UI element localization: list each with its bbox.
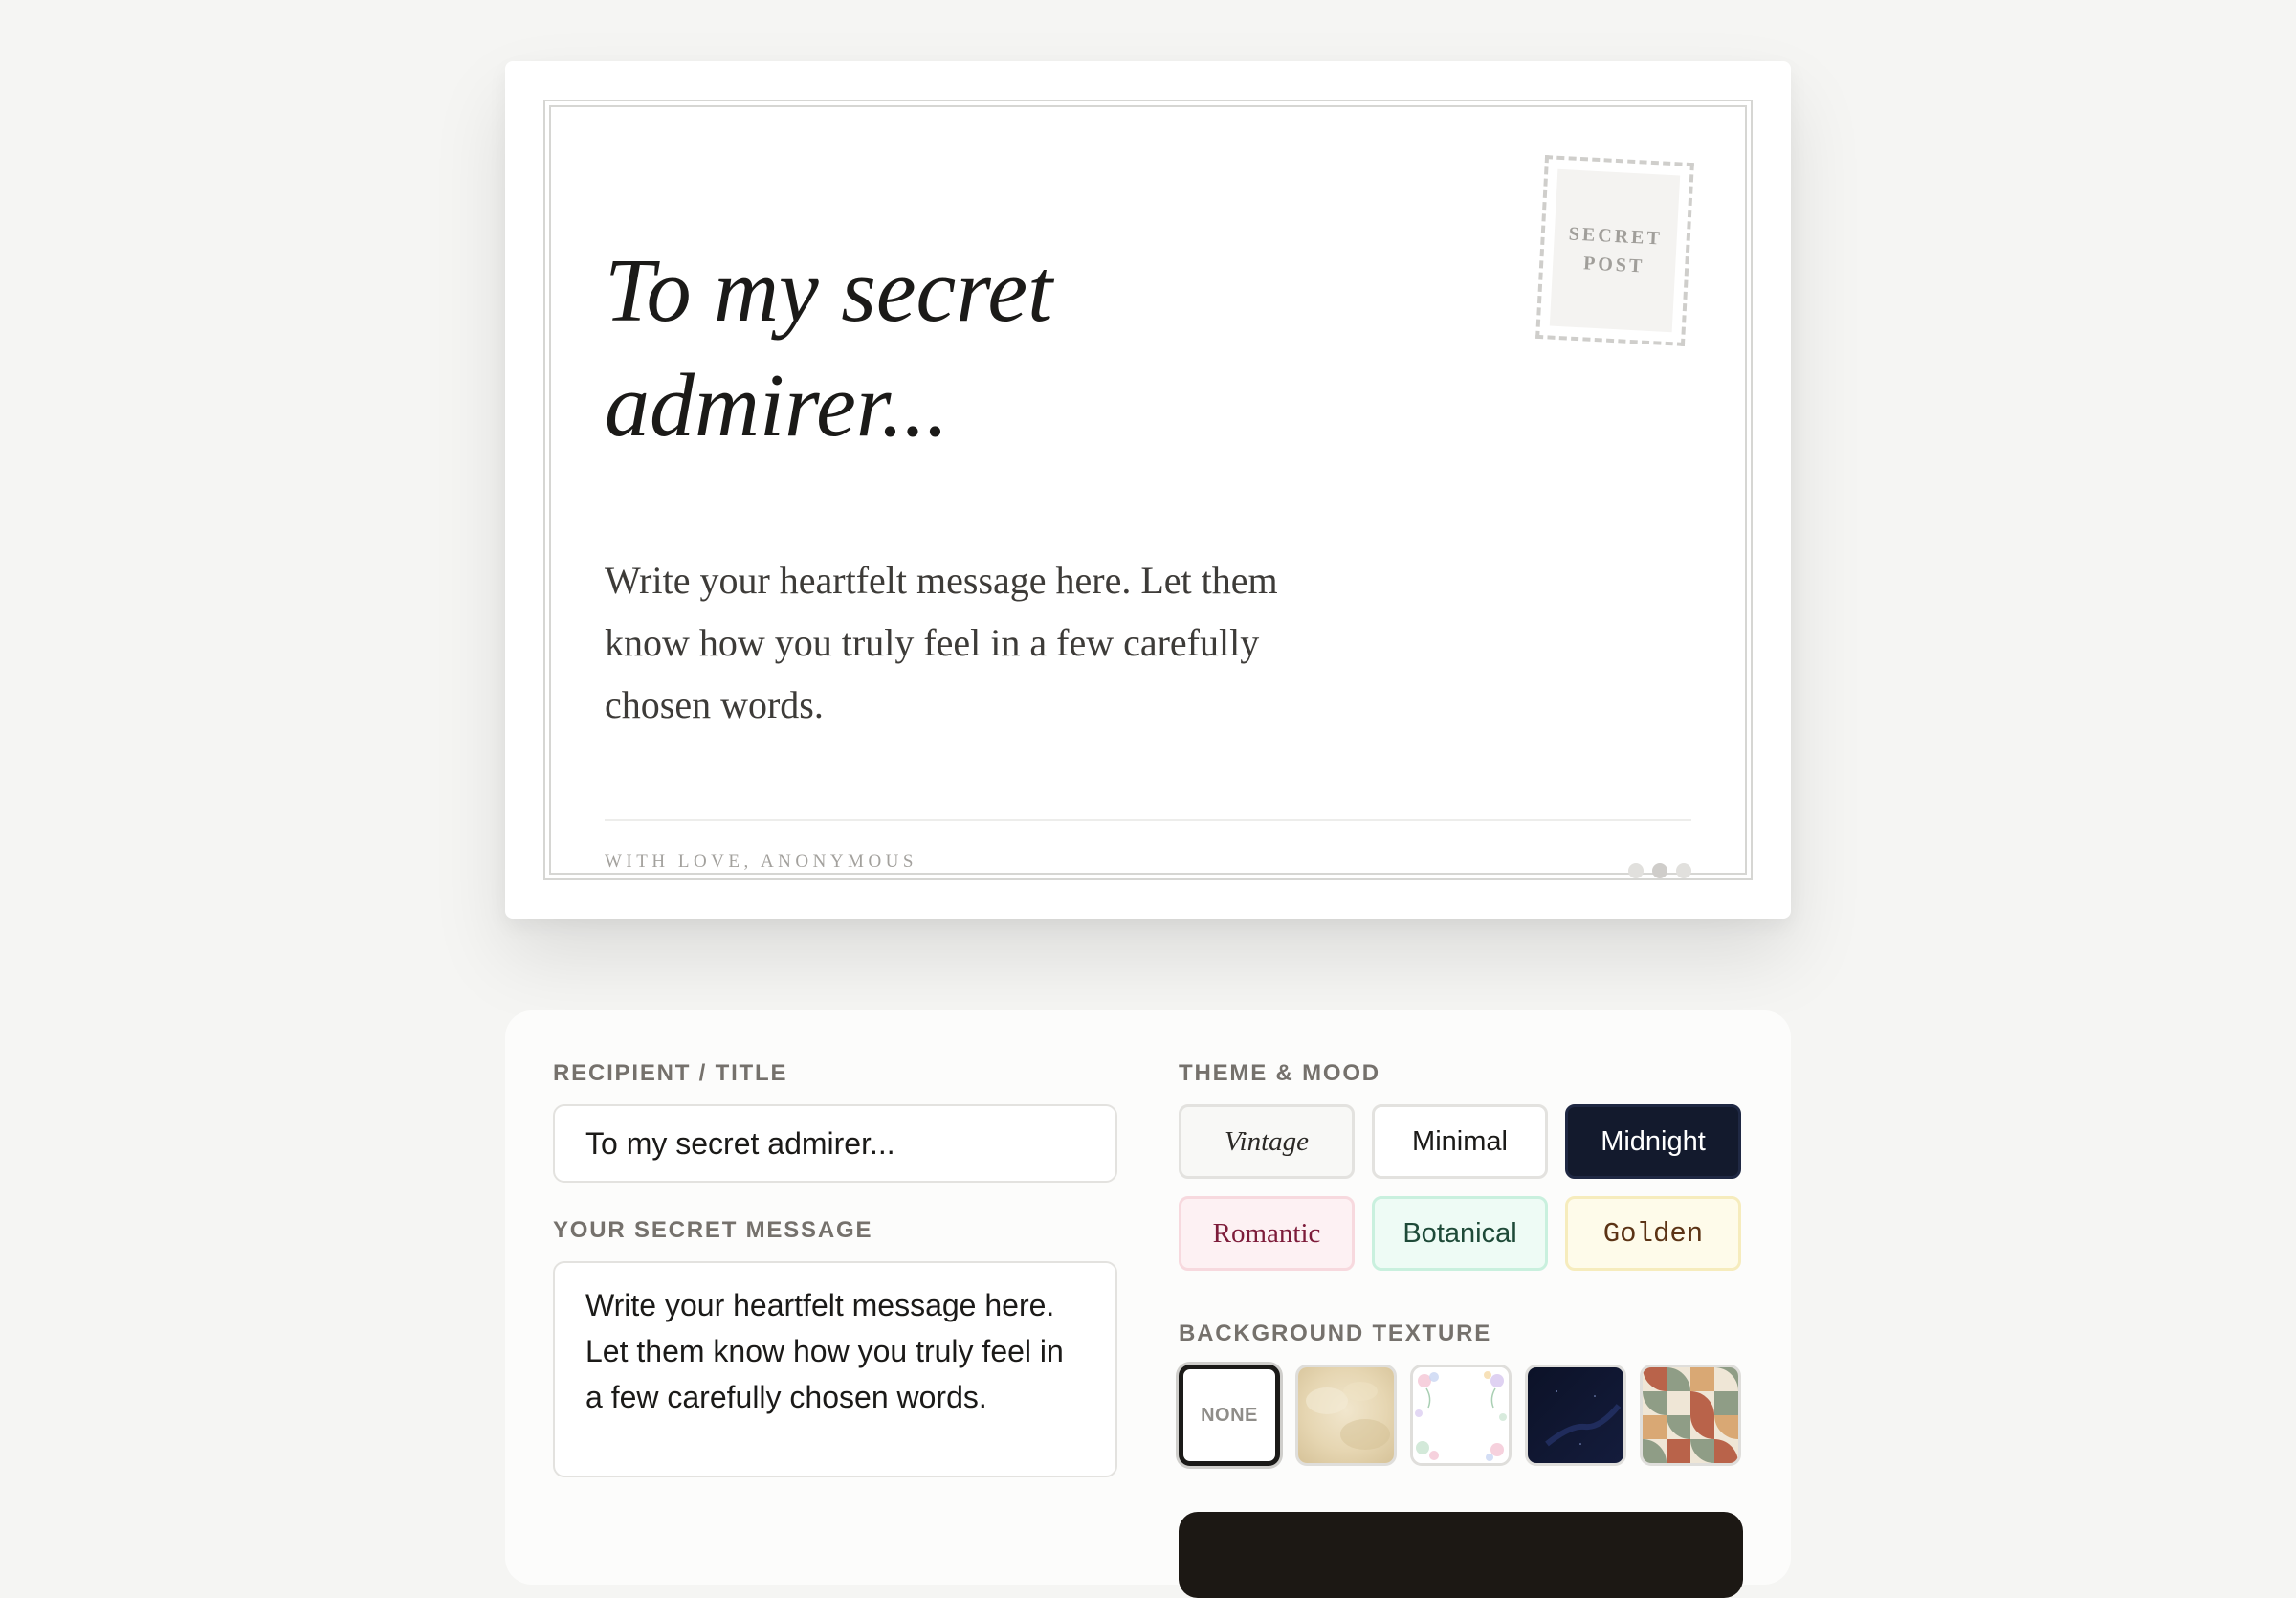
texture-floral-button[interactable] [1410,1365,1512,1466]
night-sky-texture-icon [1528,1367,1623,1463]
theme-romantic-button[interactable]: Romantic [1179,1196,1355,1271]
stamp: SECRET POST [1535,155,1694,346]
dot-icon [1676,863,1691,878]
theme-vintage-button[interactable]: Vintage [1179,1104,1355,1179]
postcard-divider [605,819,1691,821]
recipient-input[interactable] [553,1104,1117,1183]
stamp-line-1: SECRET [1568,223,1664,250]
postcard-dots [1628,863,1691,878]
theme-label: THEME & MOOD [1179,1060,1380,1086]
postcard-signature: WITH LOVE, ANONYMOUS [605,852,917,872]
theme-golden-button[interactable]: Golden [1565,1196,1741,1271]
postcard-title: To my secret admirer... [605,241,1053,455]
stamp-line-2: POST [1582,253,1645,277]
dot-icon [1652,863,1667,878]
stamp-inner: SECRET POST [1549,168,1681,333]
theme-minimal-button[interactable]: Minimal [1372,1104,1548,1179]
parchment-texture-icon [1298,1367,1394,1463]
postcard-message: Write your heartfelt message here. Let t… [605,559,1278,726]
editor-panel: RECIPIENT / TITLE YOUR SECRET MESSAGE Wr… [505,1010,1791,1598]
message-label: YOUR SECRET MESSAGE [553,1217,873,1243]
texture-parchment-button[interactable] [1295,1365,1397,1466]
message-input[interactable]: Write your heartfelt message here. Let t… [553,1261,1117,1477]
floral-texture-icon [1413,1367,1509,1463]
geometric-texture-icon [1643,1367,1738,1463]
recipient-label: RECIPIENT / TITLE [553,1060,788,1086]
dot-icon [1628,863,1644,878]
theme-midnight-button[interactable]: Midnight [1565,1104,1741,1179]
theme-botanical-button[interactable]: Botanical [1372,1196,1548,1271]
texture-geometric-button[interactable] [1640,1365,1741,1466]
texture-night-sky-button[interactable] [1525,1365,1626,1466]
texture-label: BACKGROUND TEXTURE [1179,1321,1492,1346]
postcard-preview: To my secret admirer... Write your heart… [505,61,1791,919]
texture-none-button[interactable]: NONE [1179,1365,1280,1466]
texture-none-label: NONE [1201,1404,1258,1426]
primary-action-button[interactable] [1179,1512,1743,1598]
